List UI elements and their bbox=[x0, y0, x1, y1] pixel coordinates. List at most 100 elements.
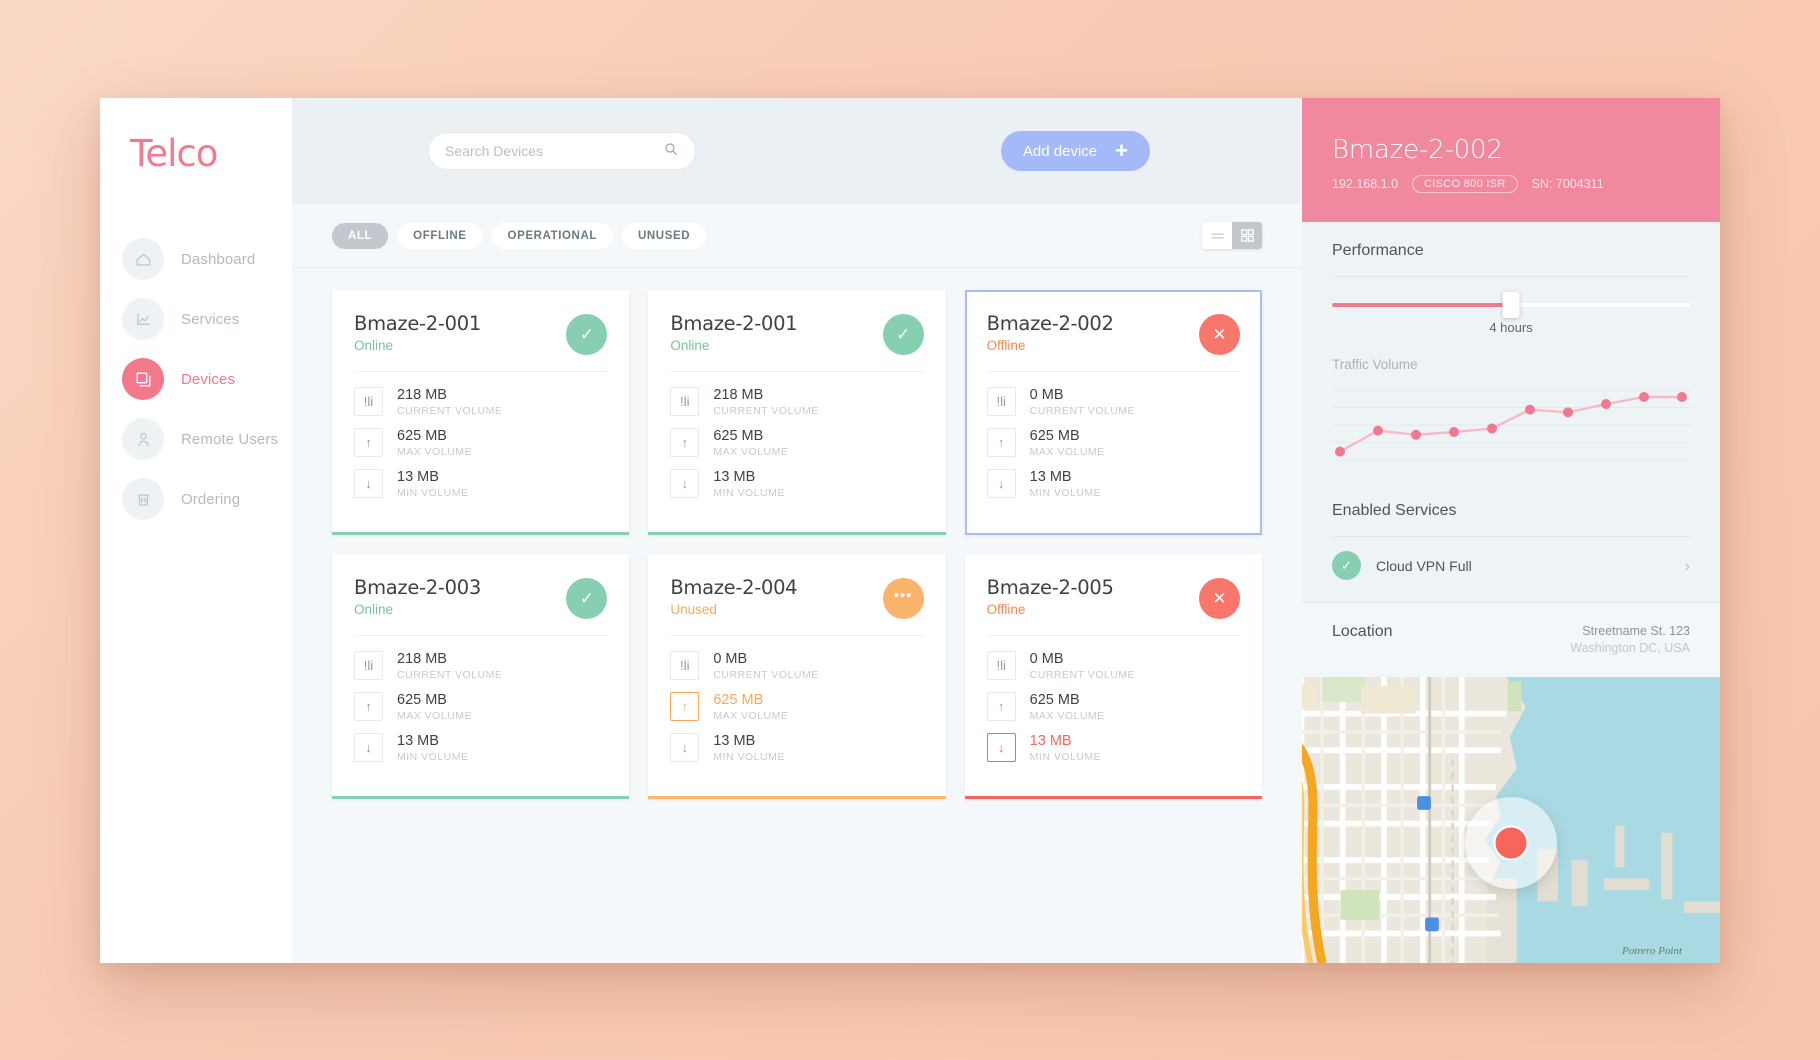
search-box[interactable] bbox=[428, 132, 696, 170]
metric-label: MAX VOLUME bbox=[397, 710, 473, 723]
sidebar-item-label: Remote Users bbox=[181, 430, 279, 448]
status-badge-more-icon[interactable]: ••• bbox=[882, 578, 924, 619]
signal-bars-icon: !li bbox=[986, 651, 1016, 681]
add-device-button[interactable]: Add device + bbox=[1000, 131, 1150, 171]
signal-bars-icon: !li bbox=[670, 387, 700, 417]
device-card[interactable]: Bmaze-2-004 Unused ••• !li 0 MB CURRENT V… bbox=[648, 554, 946, 799]
metric-value: 13 MB bbox=[1029, 733, 1072, 750]
search-input[interactable] bbox=[445, 143, 663, 159]
map-place-label: Potrero Point bbox=[1622, 945, 1682, 957]
enabled-services-section: Enabled Services ✓ Cloud VPN Full › bbox=[1302, 482, 1720, 602]
device-status: Online bbox=[354, 602, 394, 617]
add-device-label: Add device bbox=[1022, 142, 1098, 160]
status-badge-check-icon[interactable]: ✓ bbox=[566, 314, 608, 355]
metric-label: MAX VOLUME bbox=[713, 710, 789, 723]
arrow-down-icon: ↓ bbox=[354, 733, 383, 763]
service-name: Cloud VPN Full bbox=[1376, 557, 1472, 574]
app-window: Telco Dashboard Services Devices Remote … bbox=[100, 98, 1720, 963]
signal-bars-icon: !li bbox=[670, 651, 700, 681]
device-metrics: !li 0 MB CURRENT VOLUME ↑ 625 MB MAX VOLUM… bbox=[986, 372, 1240, 499]
device-grid-wrapper: Bmaze-2-001 Online ✓ !li 218 MB CURRENT V… bbox=[292, 268, 1302, 963]
device-detail-panel: Bmaze-2-002 192.168.1.0 CISCO 800 ISR SN… bbox=[1302, 98, 1720, 963]
metric-label: CURRENT VOLUME bbox=[1029, 669, 1136, 682]
chart-point bbox=[1335, 446, 1345, 457]
detail-model-badge: CISCO 800 ISR bbox=[1412, 174, 1518, 193]
metric-value: 13 MB bbox=[397, 469, 439, 486]
metric-label: CURRENT VOLUME bbox=[713, 669, 819, 682]
sidebar-item-services[interactable]: Services bbox=[100, 289, 292, 349]
metric-label: MAX VOLUME bbox=[713, 446, 789, 459]
sidebar-item-devices[interactable]: Devices bbox=[100, 349, 292, 409]
sidebar-item-ordering[interactable]: Ordering bbox=[100, 469, 292, 529]
filter-chip-offline[interactable]: OFFLINE bbox=[397, 222, 483, 249]
grid-view-icon[interactable] bbox=[1232, 222, 1262, 249]
search-icon[interactable] bbox=[663, 141, 679, 162]
metric-value: 625 MB bbox=[1029, 692, 1080, 709]
slider-knob[interactable] bbox=[1502, 292, 1520, 318]
arrow-down-icon: ↓ bbox=[986, 733, 1016, 763]
device-card-selected[interactable]: Bmaze-2-002 Offline ✕ !li 0 MB CURRENT VO… bbox=[964, 290, 1262, 535]
device-card[interactable]: Bmaze-2-003 Online ✓ !li 218 MB CURRENT V… bbox=[332, 554, 630, 799]
filter-chip-all[interactable]: ALL bbox=[332, 222, 389, 249]
devices-icon bbox=[122, 358, 164, 400]
check-icon: ✓ bbox=[579, 589, 594, 608]
performance-section: Performance 4 hours Traffic Volume bbox=[1302, 222, 1720, 482]
sidebar-item-dashboard[interactable]: Dashboard bbox=[100, 229, 292, 289]
close-icon: ✕ bbox=[1212, 589, 1227, 608]
metric-label: MIN VOLUME bbox=[397, 751, 469, 764]
device-card[interactable]: Bmaze-2-001 Online ✓ !li 218 MB CURRENT V… bbox=[648, 290, 946, 535]
metric-min-volume: ↓ 13 MB MIN VOLUME bbox=[670, 468, 923, 499]
filter-chip-operational[interactable]: OPERATIONAL bbox=[491, 222, 613, 249]
chevron-right-icon[interactable]: › bbox=[1684, 556, 1690, 576]
metric-current-volume: !li 218 MB CURRENT VOLUME bbox=[354, 650, 607, 681]
check-icon: ✓ bbox=[579, 325, 594, 344]
metric-current-volume: !li 218 MB CURRENT VOLUME bbox=[670, 386, 923, 417]
chart-point bbox=[1411, 429, 1421, 440]
brand-logo: Telco bbox=[130, 132, 218, 175]
metric-label: MIN VOLUME bbox=[397, 487, 469, 500]
status-badge-close-icon[interactable]: ✕ bbox=[1199, 314, 1240, 355]
device-metrics: !li 0 MB CURRENT VOLUME ↑ 625 MB MAX VOLUM… bbox=[986, 636, 1240, 763]
list-view-icon[interactable] bbox=[1202, 222, 1232, 249]
detail-serial: SN: 7004311 bbox=[1531, 176, 1604, 191]
sidebar-item-remote-users[interactable]: Remote Users bbox=[100, 409, 292, 469]
ellipsis-icon: ••• bbox=[893, 587, 913, 604]
signal-bars-icon: !li bbox=[986, 387, 1016, 417]
metric-value: 0 MB bbox=[1029, 651, 1064, 667]
metric-value: 625 MB bbox=[1029, 428, 1080, 445]
time-range-slider[interactable] bbox=[1332, 292, 1690, 318]
status-badge-check-icon[interactable]: ✓ bbox=[882, 314, 924, 355]
view-toggle bbox=[1202, 222, 1262, 249]
arrow-up-icon: ↑ bbox=[670, 428, 700, 458]
status-badge-close-icon[interactable]: ✕ bbox=[1199, 578, 1240, 619]
location-title: Location bbox=[1332, 623, 1393, 640]
arrow-down-icon: ↓ bbox=[670, 733, 700, 763]
filter-chip-unused[interactable]: UNUSED bbox=[622, 222, 707, 249]
service-check-icon: ✓ bbox=[1332, 551, 1361, 580]
main-content: Add device + ALL OFFLINE OPERATIONAL UNU… bbox=[292, 98, 1302, 963]
metric-value: 218 MB bbox=[397, 651, 447, 667]
chart-point bbox=[1677, 392, 1687, 402]
arrow-down-icon: ↓ bbox=[986, 469, 1016, 499]
address-line-1: Streetname St. 123 bbox=[1582, 624, 1690, 638]
device-card[interactable]: Bmaze-2-001 Online ✓ !li 218 MB CURRENT V… bbox=[332, 290, 630, 535]
location-address: Streetname St. 123 Washington DC, USA bbox=[1570, 623, 1690, 657]
metric-value: 13 MB bbox=[713, 733, 756, 750]
top-toolbar: Add device + bbox=[292, 98, 1302, 204]
chart-point bbox=[1525, 404, 1535, 415]
metric-label: MIN VOLUME bbox=[713, 487, 785, 500]
metric-label: CURRENT VOLUME bbox=[397, 669, 503, 682]
chart-icon bbox=[122, 298, 164, 340]
check-icon: ✓ bbox=[896, 325, 911, 344]
arrow-up-icon: ↑ bbox=[986, 692, 1016, 722]
metric-min-volume: ↓ 13 MB MIN VOLUME bbox=[670, 732, 923, 763]
map-marker-dot[interactable] bbox=[1493, 825, 1529, 861]
device-metrics: !li 218 MB CURRENT VOLUME ↑ 625 MB MAX VOL… bbox=[354, 372, 607, 499]
location-map[interactable]: Potrero Point bbox=[1302, 676, 1720, 963]
sidebar-item-label: Devices bbox=[181, 370, 236, 388]
status-badge-check-icon[interactable]: ✓ bbox=[566, 578, 608, 619]
service-row[interactable]: ✓ Cloud VPN Full › bbox=[1332, 537, 1690, 602]
metric-min-volume: ↓ 13 MB MIN VOLUME bbox=[354, 732, 607, 763]
device-card-header: Bmaze-2-001 Online ✓ bbox=[354, 312, 608, 372]
device-card[interactable]: Bmaze-2-005 Offline ✕ !li 0 MB CURRENT VO… bbox=[964, 554, 1263, 799]
